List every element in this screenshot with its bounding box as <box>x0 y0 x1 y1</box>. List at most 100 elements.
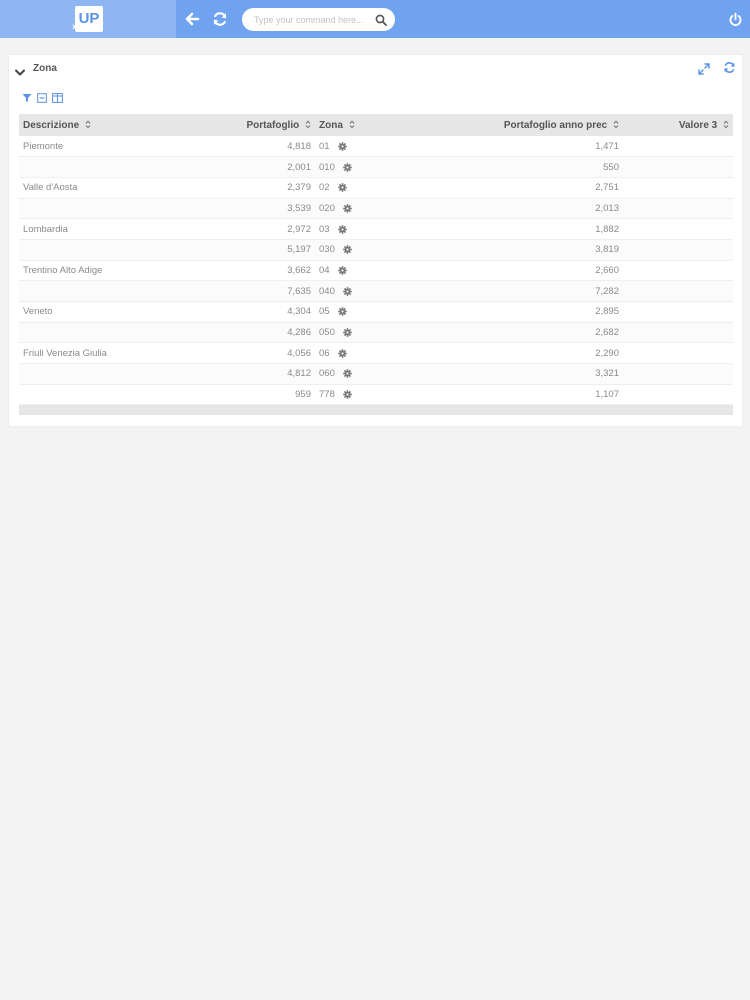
row-settings-button[interactable] <box>343 328 352 337</box>
command-input[interactable] <box>254 11 372 28</box>
cell-portafoglio: 5,197 <box>197 239 315 261</box>
column-header-portafoglio[interactable]: Portafoglio <box>197 114 315 136</box>
refresh-panel-button[interactable] <box>723 61 736 79</box>
cell-portafoglio-anno-prec: 3,819 <box>405 239 623 261</box>
cell-zona-code: 060 <box>319 368 335 380</box>
sort-icon[interactable] <box>349 120 355 129</box>
cell-portafoglio-anno-prec: 1,882 <box>405 218 623 240</box>
cell-descrizione <box>19 363 197 385</box>
cell-descrizione <box>19 384 197 406</box>
cell-portafoglio: 4,056 <box>197 342 315 365</box>
table-row[interactable]: 2,001 010 550 <box>19 156 733 178</box>
cell-portafoglio-anno-prec: 7,282 <box>405 280 623 302</box>
expand-icon <box>698 63 710 75</box>
cell-zona-code: 03 <box>319 223 330 235</box>
cell-zona-code: 020 <box>319 202 335 214</box>
table-row[interactable]: Piemonte 4,818 01 1,471 <box>19 136 733 158</box>
row-settings-button[interactable] <box>343 204 352 213</box>
cell-descrizione: Valle d'Aosta <box>19 177 197 199</box>
table-row[interactable]: 4,812 060 3,321 <box>19 363 733 385</box>
cell-portafoglio: 2,379 <box>197 177 315 199</box>
row-settings-button[interactable] <box>337 307 347 317</box>
cell-descrizione: Trentino Alto Adige <box>19 260 197 282</box>
table-row[interactable]: 7,635 040 7,282 <box>19 280 733 302</box>
cell-portafoglio-anno-prec: 2,682 <box>405 322 623 344</box>
gear-icon <box>343 286 352 296</box>
table-row[interactable]: 959 778 1,107 <box>19 384 733 406</box>
cell-valore-3 <box>623 363 733 385</box>
sort-icon[interactable] <box>305 120 311 129</box>
cell-zona-code: 04 <box>319 264 330 276</box>
cell-portafoglio: 2,972 <box>197 218 315 240</box>
cell-portafoglio-anno-prec: 2,895 <box>405 301 623 323</box>
cell-portafoglio-anno-prec: 550 <box>405 156 623 178</box>
table-row[interactable]: 3,539 020 2,013 <box>19 198 733 220</box>
row-settings-button[interactable] <box>337 183 347 193</box>
row-settings-button[interactable] <box>343 390 352 399</box>
logout-button[interactable] <box>725 9 745 29</box>
cell-portafoglio: 4,286 <box>197 322 315 344</box>
cell-valore-3 <box>623 301 733 323</box>
collapse-all-button[interactable] <box>37 93 47 105</box>
table-row[interactable]: 5,197 030 3,819 <box>19 239 733 261</box>
table-body: Piemonte 4,818 01 1,471 2,001 010 550 Va… <box>19 136 733 406</box>
cell-zona: 05 <box>315 301 405 323</box>
column-header-valore-3[interactable]: Valore 3 <box>623 114 733 136</box>
gear-icon <box>343 245 352 255</box>
row-settings-button[interactable] <box>343 286 352 296</box>
row-settings-button[interactable] <box>343 369 352 379</box>
cell-valore-3 <box>623 342 733 365</box>
table-footer-row <box>19 404 733 415</box>
row-settings-button[interactable] <box>337 224 347 234</box>
gear-icon <box>343 369 352 379</box>
table-row[interactable]: Friuli Venezia Giulia 4,056 06 2,290 <box>19 342 733 365</box>
cell-portafoglio: 2,001 <box>197 156 315 178</box>
sort-icon[interactable] <box>723 120 729 129</box>
columns-icon <box>52 93 63 103</box>
column-header-label: Descrizione <box>23 119 80 131</box>
row-settings-button[interactable] <box>337 266 347 275</box>
table-row[interactable]: Trentino Alto Adige 3,662 04 2,660 <box>19 260 733 282</box>
row-settings-button[interactable] <box>337 348 347 358</box>
cell-descrizione <box>19 198 197 220</box>
arrow-left-icon <box>185 12 200 26</box>
row-settings-button[interactable] <box>337 141 347 151</box>
column-header-label: Portafoglio <box>246 119 300 131</box>
column-header-descrizione[interactable]: Descrizione <box>19 114 197 136</box>
table-footer <box>19 404 733 415</box>
cell-zona: 050 <box>315 322 405 344</box>
cell-zona: 040 <box>315 280 405 302</box>
cell-zona: 020 <box>315 198 405 220</box>
cell-zona-code: 030 <box>319 244 335 256</box>
expand-panel-button[interactable] <box>698 62 710 80</box>
table-row[interactable]: Valle d'Aosta 2,379 02 2,751 <box>19 177 733 199</box>
row-settings-button[interactable] <box>343 162 352 172</box>
refresh-button[interactable] <box>210 9 230 29</box>
sort-icon[interactable] <box>85 120 91 129</box>
table-row[interactable]: 4,286 050 2,682 <box>19 322 733 344</box>
collapse-panel-button[interactable] <box>15 64 25 82</box>
back-button[interactable] <box>182 9 202 29</box>
cell-descrizione: Piemonte <box>19 136 197 158</box>
filter-button[interactable] <box>22 93 32 105</box>
cell-descrizione <box>19 156 197 178</box>
cell-zona-code: 06 <box>319 347 330 359</box>
table-row[interactable]: Veneto 4,304 05 2,895 <box>19 301 733 323</box>
search-button[interactable] <box>375 13 387 31</box>
cell-descrizione: Lombardia <box>19 218 197 240</box>
cell-valore-3 <box>623 156 733 178</box>
row-settings-button[interactable] <box>343 245 352 255</box>
sort-icon[interactable] <box>613 120 619 129</box>
column-header-portafoglio-anno-prec[interactable]: Portafoglio anno prec <box>405 114 623 136</box>
columns-button[interactable] <box>52 93 63 105</box>
app-logo[interactable]: › UP <box>72 6 103 33</box>
filter-icon <box>22 94 32 102</box>
cell-portafoglio-anno-prec: 2,290 <box>405 342 623 365</box>
cell-valore-3 <box>623 136 733 158</box>
cell-valore-3 <box>623 384 733 406</box>
panel-header: Zona <box>9 55 742 83</box>
table-row[interactable]: Lombardia 2,972 03 1,882 <box>19 218 733 240</box>
cell-descrizione: Friuli Venezia Giulia <box>19 342 197 365</box>
cell-zona-code: 778 <box>319 389 335 401</box>
column-header-zona[interactable]: Zona <box>315 114 405 136</box>
